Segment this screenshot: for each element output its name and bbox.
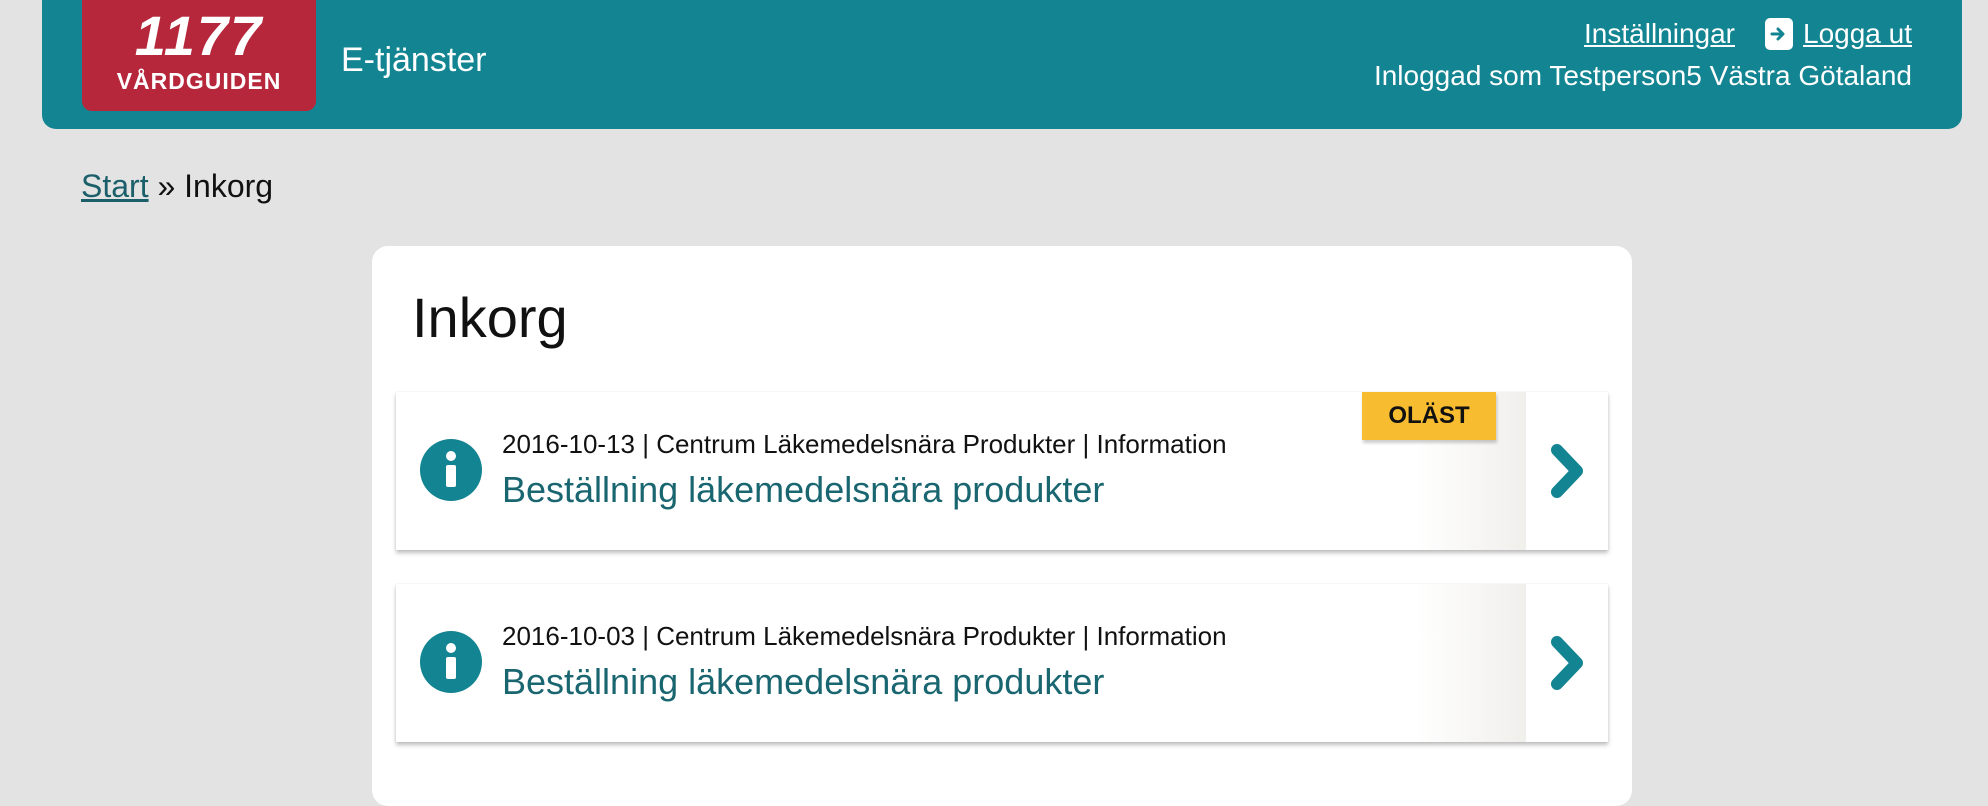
chevron-right-icon bbox=[1551, 444, 1583, 498]
message-meta: 2016-10-13 | Centrum Läkemedelsnära Prod… bbox=[502, 429, 1227, 459]
breadcrumb-current: Inkorg bbox=[184, 168, 274, 204]
row-fade bbox=[1416, 584, 1526, 742]
site-header: 1177 VÅRDGUIDEN E-tjänster Inställningar… bbox=[42, 0, 1962, 129]
page-title: Inkorg bbox=[412, 286, 568, 349]
message-title[interactable]: Beställning läkemedelsnära produkter bbox=[502, 660, 1104, 704]
logout-link[interactable]: Logga ut bbox=[1765, 16, 1912, 52]
info-icon bbox=[420, 631, 482, 693]
header-links: Inställningar Logga ut bbox=[1584, 16, 1912, 52]
message-title[interactable]: Beställning läkemedelsnära produkter bbox=[502, 468, 1104, 512]
unread-badge: OLÄST bbox=[1362, 392, 1496, 440]
breadcrumb: Start » Inkorg bbox=[81, 166, 273, 206]
settings-link[interactable]: Inställningar bbox=[1584, 16, 1735, 52]
logo-name: VÅRDGUIDEN bbox=[116, 68, 282, 94]
chevron-right-icon bbox=[1551, 636, 1583, 690]
message-item[interactable]: 2016-10-13 | Centrum Läkemedelsnära Prod… bbox=[396, 392, 1608, 550]
vardguiden-logo[interactable]: 1177 VÅRDGUIDEN bbox=[82, 0, 316, 111]
info-icon bbox=[420, 439, 482, 501]
open-message-button[interactable] bbox=[1526, 584, 1608, 742]
message-item[interactable]: 2016-10-03 | Centrum Läkemedelsnära Prod… bbox=[396, 584, 1608, 742]
message-meta: 2016-10-03 | Centrum Läkemedelsnära Prod… bbox=[502, 621, 1227, 651]
logo-number: 1177 bbox=[134, 4, 264, 67]
logout-icon bbox=[1765, 18, 1793, 50]
logout-label[interactable]: Logga ut bbox=[1803, 16, 1912, 52]
open-message-button[interactable] bbox=[1526, 392, 1608, 550]
breadcrumb-start-link[interactable]: Start bbox=[81, 168, 149, 204]
login-info: Inloggad som Testperson5 Västra Götaland bbox=[1373, 60, 1912, 91]
breadcrumb-separator: » bbox=[157, 168, 176, 204]
inbox-panel: Inkorg 2016-10-13 | Centrum Läkemedelsnä… bbox=[372, 246, 1632, 806]
service-title: E-tjänster bbox=[341, 41, 487, 79]
